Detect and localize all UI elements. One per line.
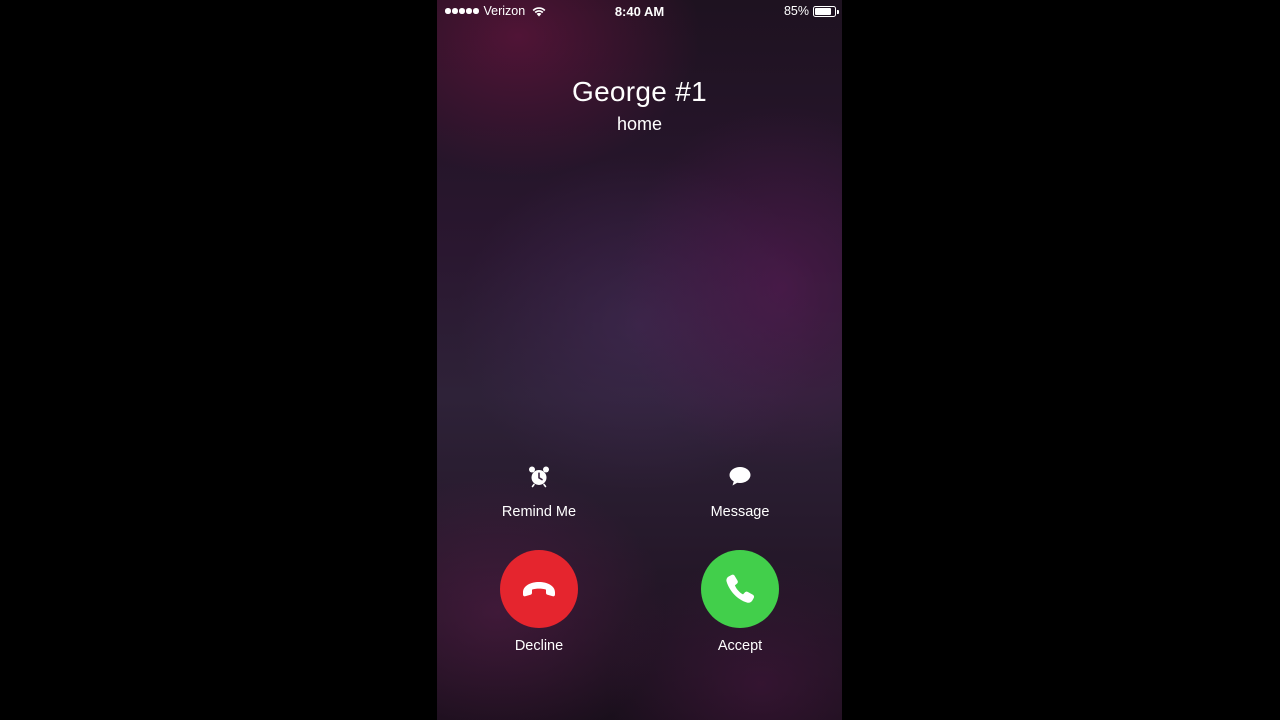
caller-number-label: home <box>616 114 663 134</box>
phone-handset-icon <box>726 574 755 603</box>
hang-up-handset-icon <box>523 582 555 597</box>
message-button[interactable]: Message <box>680 464 800 520</box>
remind-me-button[interactable]: Remind Me <box>479 464 599 520</box>
alarm-clock-icon <box>529 466 549 488</box>
incoming-call-screen: Verizon 8:40 AM 85% George #1 home Remin… <box>437 0 842 720</box>
status-time: 8:40 AM <box>614 4 665 19</box>
battery-icon <box>813 5 839 17</box>
remind-me-label: Remind Me <box>501 504 577 520</box>
battery-percentage: 85% <box>783 4 809 18</box>
accept-circle[interactable] <box>701 550 779 628</box>
battery-cap <box>837 9 839 14</box>
video-frame: Verizon 8:40 AM 85% George #1 home Remin… <box>0 0 1280 720</box>
decline-label: Decline <box>514 638 564 654</box>
speech-bubble-icon <box>729 467 751 486</box>
status-bar: Verizon 8:40 AM 85% <box>437 0 842 22</box>
battery-fill <box>815 7 832 15</box>
message-label: Message <box>710 504 770 520</box>
accept-button[interactable]: Accept <box>680 550 800 654</box>
decline-button[interactable]: Decline <box>479 550 599 654</box>
decline-circle[interactable] <box>500 550 578 628</box>
status-bar-right: 85% <box>783 4 839 18</box>
accept-label: Accept <box>717 638 763 654</box>
caller-name: George #1 <box>571 76 708 107</box>
